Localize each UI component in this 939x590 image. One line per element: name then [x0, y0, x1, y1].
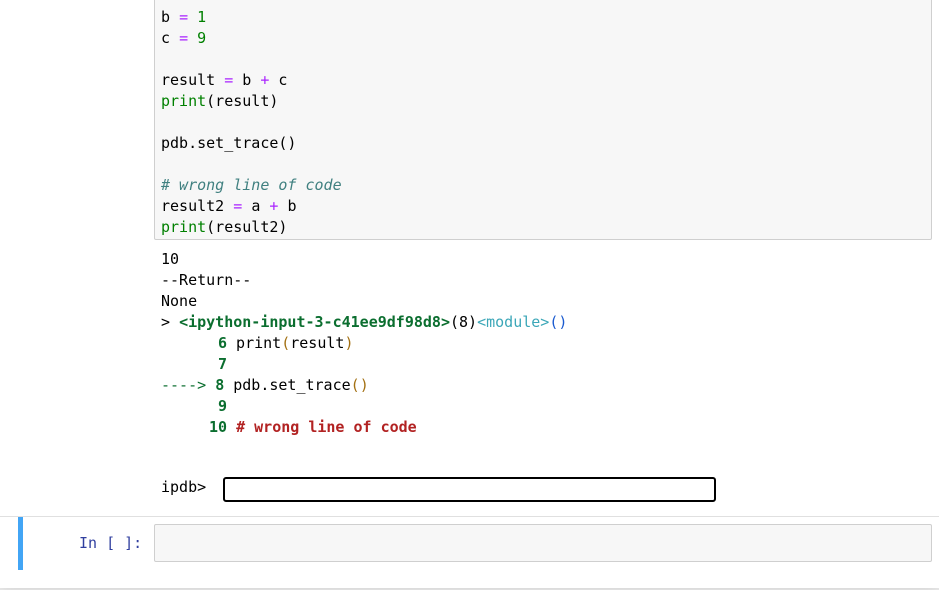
trace-location: > <ipython-input-3-c41ee9df98d8>(8)<modu… [161, 312, 567, 333]
code-token: c [161, 29, 171, 47]
line-number: 7 [218, 355, 228, 373]
line-number: 9 [218, 397, 228, 415]
source-line: 10 # wrong line of code [209, 417, 417, 438]
code-line: print(result) [161, 91, 278, 112]
code-token: 9 [197, 29, 207, 47]
code-token: (result) [206, 92, 279, 110]
code-line: result = b + c [161, 70, 287, 91]
code-line: # wrong line of code [161, 176, 342, 194]
code-line: c = 9 [161, 28, 206, 49]
code-comment: # wrong line of code [227, 418, 417, 436]
code-token: ) [359, 376, 369, 394]
code-token: a [251, 197, 261, 215]
source-line: 9 [218, 396, 227, 417]
code-token: + [269, 197, 279, 215]
code-line: print(result2) [161, 217, 287, 238]
source-line: 6 print(result) [218, 333, 353, 354]
code-token: = [233, 197, 243, 215]
code-token: print [161, 92, 207, 110]
code-token: + [260, 71, 270, 89]
code-line: b = 1 [161, 7, 206, 28]
source-line-current: ----> 8 pdb.set_trace() [161, 375, 369, 396]
output-line: None [161, 292, 198, 310]
output-line: --Return-- [161, 271, 252, 289]
code-token: = [179, 8, 189, 26]
trace-parens: () [549, 313, 568, 331]
trace-module: <module> [477, 313, 550, 331]
input-prompt: In [ ]: [79, 534, 143, 552]
code-token: result [161, 71, 216, 89]
ipdb-input[interactable] [223, 477, 716, 502]
code-cell-input-empty[interactable] [154, 524, 932, 562]
code-token: print [161, 218, 207, 236]
code-token: ( [281, 334, 291, 352]
code-token: b [242, 71, 252, 89]
code-token: ) [344, 334, 354, 352]
line-number: 8 [215, 376, 225, 394]
code-token: result2 [161, 197, 225, 215]
code-token: result [290, 334, 345, 352]
code-token: 1 [197, 8, 207, 26]
current-line-arrow: ----> [161, 376, 207, 394]
code-token: c [278, 71, 288, 89]
source-line: 7 [218, 354, 227, 375]
output-line: 10 [161, 250, 180, 268]
notebook-container: b = 1 c = 9 result = b + c print(result)… [0, 0, 939, 588]
ipdb-prompt-label: ipdb> [161, 478, 207, 496]
code-line: pdb.set_trace() [161, 133, 296, 154]
trace-lineno: (8) [450, 313, 478, 331]
trace-file: <ipython-input-3-c41ee9df98d8> [179, 313, 450, 331]
code-line: result2 = a + b [161, 196, 296, 217]
code-token: ( [350, 376, 360, 394]
code-token: = [224, 71, 234, 89]
code-token: pdb.set_trace() [161, 134, 297, 152]
line-number: 6 [218, 334, 228, 352]
code-token: print [227, 334, 282, 352]
code-token: b [161, 8, 171, 26]
trace-prefix: > [161, 313, 180, 331]
code-token: = [179, 29, 189, 47]
code-token: b [287, 197, 297, 215]
line-number: 10 [209, 418, 228, 436]
code-cell-input[interactable]: b = 1 c = 9 result = b + c print(result)… [154, 0, 932, 240]
code-token: (result2) [206, 218, 288, 236]
code-token: pdb.set_trace [224, 376, 351, 394]
